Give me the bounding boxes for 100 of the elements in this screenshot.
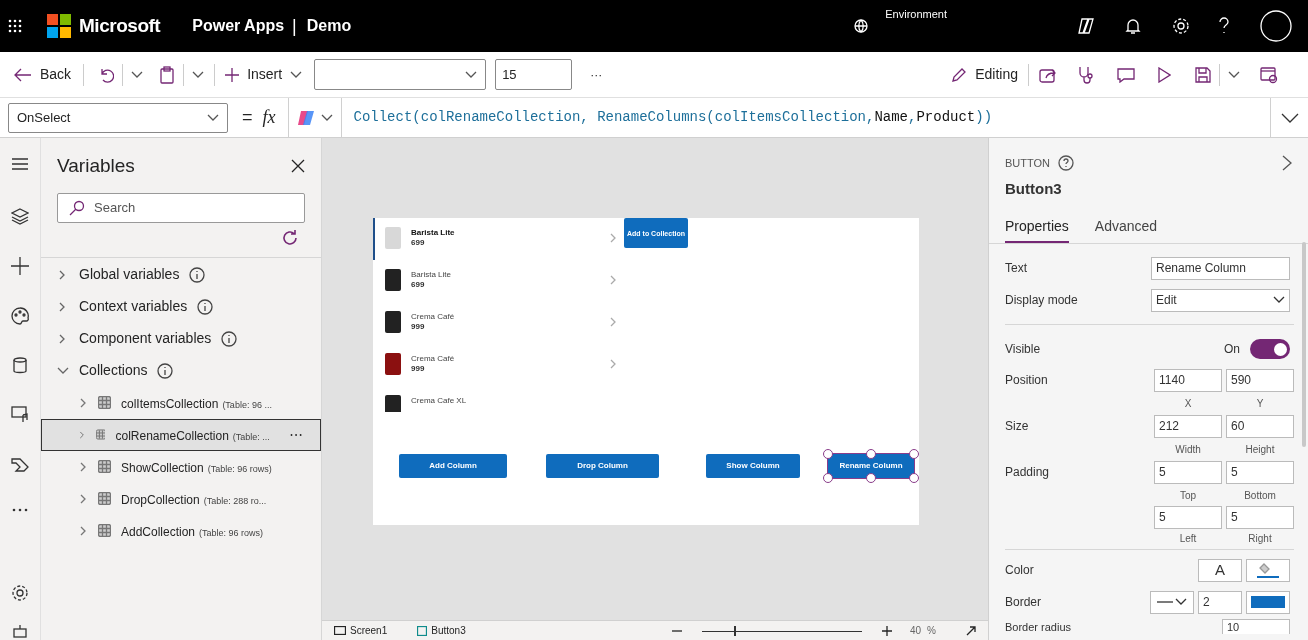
avatar-icon[interactable] [1260, 10, 1292, 42]
more-button[interactable]: ··· [590, 65, 603, 84]
robot-icon[interactable] [12, 624, 28, 638]
resize-handle[interactable] [823, 449, 833, 459]
media-icon[interactable] [11, 406, 29, 424]
comment-icon[interactable] [1117, 66, 1135, 83]
collection-item[interactable]: AddCollection (Table: 96 rows) [41, 514, 321, 547]
help-icon[interactable] [1058, 155, 1075, 172]
property-field[interactable]: 590 [1226, 368, 1294, 392]
canvas-button[interactable]: Rename Column [828, 454, 914, 478]
group-header[interactable]: Component variables [41, 322, 321, 355]
field-caption: Left [1178, 531, 1198, 546]
property-dropdown[interactable]: OnSelect [8, 102, 228, 133]
collection-item[interactable]: colRenameCollection (Table: ... [41, 418, 321, 451]
zoom-slider[interactable] [701, 625, 862, 636]
property-field[interactable]: 60 [1226, 414, 1294, 438]
search-field[interactable]: Search [57, 192, 305, 223]
table-icon [98, 396, 111, 409]
collection-name: ShowCollection (Table: 96 rows) [121, 459, 272, 477]
layers-icon[interactable] [11, 208, 29, 225]
table-icon [98, 524, 111, 537]
paste-icon[interactable] [159, 65, 176, 84]
copilot-icon[interactable] [1077, 17, 1095, 35]
property-field[interactable]: 2 [1198, 590, 1242, 614]
properties-tab[interactable]: Advanced [1094, 216, 1158, 243]
plus-icon[interactable] [11, 257, 29, 275]
back-button[interactable]: Back [14, 58, 72, 91]
publish-icon[interactable] [1260, 65, 1278, 84]
property-field[interactable]: Rename Column [1151, 256, 1290, 280]
database-icon[interactable] [12, 357, 28, 374]
canvas-button[interactable]: Drop Column [546, 454, 659, 478]
property-field[interactable]: 212 [1154, 414, 1222, 438]
group-header[interactable]: Collections [41, 354, 321, 387]
visible-toggle[interactable] [1250, 339, 1290, 359]
property-field[interactable]: 1140 [1154, 368, 1222, 392]
resize-handle[interactable] [909, 473, 919, 483]
menu-icon[interactable] [11, 156, 29, 172]
text-color-button[interactable]: A [1198, 558, 1242, 582]
settings-icon[interactable] [11, 584, 29, 602]
property-field[interactable]: 10 [1222, 619, 1290, 634]
screen-tab[interactable]: Screen1 [334, 623, 388, 638]
font-dropdown[interactable] [314, 59, 487, 90]
stethoscope-icon[interactable] [1077, 65, 1095, 84]
share-icon[interactable] [1039, 66, 1057, 83]
collection-item[interactable]: ShowCollection (Table: 96 rows) [41, 450, 321, 483]
control-tab[interactable]: Button3 [417, 623, 466, 638]
copilot-button[interactable] [287, 97, 342, 138]
editing-button[interactable]: Editing [951, 58, 1018, 91]
line-style-icon [1157, 601, 1173, 603]
table-icon [95, 428, 106, 441]
property-field[interactable]: 5 [1226, 505, 1294, 529]
collection-item[interactable]: DropCollection (Table: 288 ro... [41, 482, 321, 515]
resize-handle[interactable] [866, 473, 876, 483]
property-field[interactable]: 5 [1154, 460, 1222, 484]
properties-tab[interactable]: Properties [1005, 216, 1069, 243]
insert-button[interactable]: Insert [225, 58, 303, 91]
undo-icon[interactable] [98, 66, 115, 83]
collection-item[interactable]: colItemsCollection (Table: 96 ... [41, 386, 321, 419]
gallery-item[interactable]: Crema Café 999 [373, 344, 620, 386]
notification-icon[interactable] [1125, 17, 1141, 35]
font-size-field[interactable]: 15 [495, 59, 573, 90]
resize-handle[interactable] [909, 449, 919, 459]
power-automate-icon[interactable] [11, 456, 29, 474]
gallery-item[interactable]: Crema Cafe XL [373, 386, 620, 412]
info-icon [189, 266, 206, 283]
field-caption: Width [1174, 442, 1202, 457]
expand-chevron-icon[interactable] [1280, 112, 1299, 123]
resize-handle[interactable] [866, 449, 876, 459]
fullscreen-icon[interactable] [966, 625, 976, 636]
canvas-button[interactable]: Show Column [706, 454, 800, 478]
product-photo-placeholder [385, 311, 401, 333]
zoom-in-icon[interactable] [881, 625, 892, 636]
gallery-item[interactable]: Barista Lite 699 [373, 218, 620, 260]
save-icon[interactable] [1195, 66, 1211, 83]
fill-color-button[interactable] [1246, 558, 1290, 582]
collection-name: colItemsCollection (Table: 96 ... [121, 395, 272, 413]
canvas-button[interactable]: Add Column [399, 454, 507, 478]
gallery-item[interactable]: Crema Café 999 [373, 302, 620, 344]
play-icon[interactable] [1157, 66, 1171, 83]
brand-name: Microsoft [79, 13, 161, 38]
refresh-icon[interactable] [281, 228, 299, 247]
border-style-dropdown[interactable] [1150, 590, 1194, 614]
chevron-right-icon[interactable] [1282, 155, 1292, 172]
group-header[interactable]: Context variables [41, 290, 321, 323]
property-field[interactable]: 5 [1226, 460, 1294, 484]
gallery-item[interactable]: Barista Lite 699 [373, 260, 620, 302]
group-header[interactable]: Global variables [41, 258, 321, 291]
app-launcher-icon[interactable] [8, 19, 22, 33]
scrollbar[interactable] [1302, 242, 1306, 447]
formula-text[interactable]: Collect(colRenameCollection, RenameColumns(colItemsCollection,Name,Product)) [353, 107, 1270, 128]
close-icon[interactable] [291, 159, 305, 174]
globe-icon[interactable] [853, 18, 870, 34]
palette-icon[interactable] [11, 307, 29, 325]
property-field[interactable]: 5 [1154, 505, 1222, 529]
more-icon[interactable] [12, 508, 28, 512]
more-icon[interactable] [289, 432, 302, 437]
zoom-unit: % [927, 624, 936, 638]
border-color-swatch[interactable] [1251, 596, 1285, 608]
display-mode-dropdown[interactable]: Edit [1151, 288, 1290, 312]
resize-handle[interactable] [823, 473, 833, 483]
